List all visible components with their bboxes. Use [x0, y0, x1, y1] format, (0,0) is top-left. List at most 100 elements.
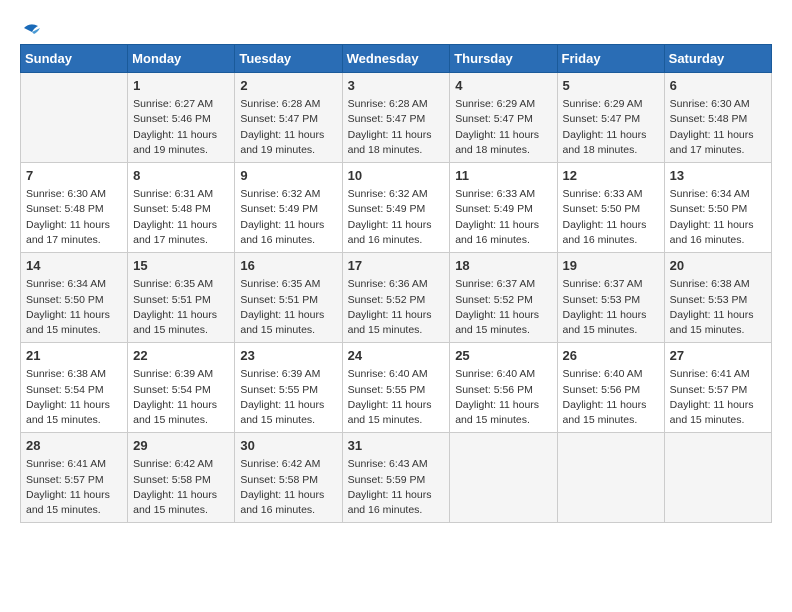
- calendar-week-row: 7Sunrise: 6:30 AM Sunset: 5:48 PM Daylig…: [21, 163, 772, 253]
- weekday-header-saturday: Saturday: [664, 45, 771, 73]
- calendar-cell: 29 Sunrise: 6:42 AM Sunset: 5:58 PM Dayli…: [128, 433, 235, 523]
- calendar-cell: 10 Sunrise: 6:32 AM Sunset: 5:49 PM Dayli…: [342, 163, 450, 253]
- day-info: Sunrise: 6:27 AM Sunset: 5:46 PM Dayligh…: [133, 97, 229, 158]
- day-number: 7: [26, 167, 122, 185]
- weekday-header-sunday: Sunday: [21, 45, 128, 73]
- day-info: Sunrise: 6:39 AM Sunset: 5:54 PM Dayligh…: [133, 367, 229, 428]
- calendar-cell: 12 Sunrise: 6:33 AM Sunset: 5:50 PM Dayli…: [557, 163, 664, 253]
- day-number: 9: [240, 167, 336, 185]
- day-info: Sunrise: 6:34 AM Sunset: 5:50 PM Dayligh…: [26, 277, 122, 338]
- day-info: Sunrise: 6:36 AM Sunset: 5:52 PM Dayligh…: [348, 277, 445, 338]
- day-number: 27: [670, 347, 766, 365]
- day-number: 28: [26, 437, 122, 455]
- day-info: Sunrise: 6:42 AM Sunset: 5:58 PM Dayligh…: [133, 457, 229, 518]
- day-number: 8: [133, 167, 229, 185]
- calendar-cell: 19 Sunrise: 6:37 AM Sunset: 5:53 PM Dayli…: [557, 253, 664, 343]
- calendar-cell: 1 Sunrise: 6:27 AM Sunset: 5:46 PM Daylig…: [128, 73, 235, 163]
- day-info: Sunrise: 6:38 AM Sunset: 5:54 PM Dayligh…: [26, 367, 122, 428]
- day-number: 10: [348, 167, 445, 185]
- day-info: Sunrise: 6:34 AM Sunset: 5:50 PM Dayligh…: [670, 187, 766, 248]
- calendar-cell: 11 Sunrise: 6:33 AM Sunset: 5:49 PM Dayli…: [450, 163, 557, 253]
- day-info: Sunrise: 6:29 AM Sunset: 5:47 PM Dayligh…: [563, 97, 659, 158]
- day-info: Sunrise: 6:32 AM Sunset: 5:49 PM Dayligh…: [240, 187, 336, 248]
- day-number: 30: [240, 437, 336, 455]
- day-info: Sunrise: 6:31 AM Sunset: 5:48 PM Dayligh…: [133, 187, 229, 248]
- calendar-cell: 23Sunrise: 6:39 AM Sunset: 5:55 PM Dayli…: [235, 343, 342, 433]
- calendar-cell: 4Sunrise: 6:29 AM Sunset: 5:47 PM Daylig…: [450, 73, 557, 163]
- weekday-header-wednesday: Wednesday: [342, 45, 450, 73]
- day-number: 21: [26, 347, 122, 365]
- day-number: 18: [455, 257, 551, 275]
- day-info: Sunrise: 6:37 AM Sunset: 5:52 PM Dayligh…: [455, 277, 551, 338]
- day-number: 11: [455, 167, 551, 185]
- day-number: 29: [133, 437, 229, 455]
- day-number: 13: [670, 167, 766, 185]
- calendar-cell: 13 Sunrise: 6:34 AM Sunset: 5:50 PM Dayli…: [664, 163, 771, 253]
- day-info: Sunrise: 6:40 AM Sunset: 5:56 PM Dayligh…: [455, 367, 551, 428]
- calendar-cell: 27 Sunrise: 6:41 AM Sunset: 5:57 PM Dayli…: [664, 343, 771, 433]
- calendar-week-row: 1 Sunrise: 6:27 AM Sunset: 5:46 PM Daylig…: [21, 73, 772, 163]
- calendar-cell: 5 Sunrise: 6:29 AM Sunset: 5:47 PM Daylig…: [557, 73, 664, 163]
- day-info: Sunrise: 6:33 AM Sunset: 5:49 PM Dayligh…: [455, 187, 551, 248]
- day-info: Sunrise: 6:41 AM Sunset: 5:57 PM Dayligh…: [26, 457, 122, 518]
- day-info: Sunrise: 6:30 AM Sunset: 5:48 PM Dayligh…: [670, 97, 766, 158]
- day-info: Sunrise: 6:40 AM Sunset: 5:55 PM Dayligh…: [348, 367, 445, 428]
- day-number: 22: [133, 347, 229, 365]
- calendar-header-row: SundayMondayTuesdayWednesdayThursdayFrid…: [21, 45, 772, 73]
- day-info: Sunrise: 6:43 AM Sunset: 5:59 PM Dayligh…: [348, 457, 445, 518]
- day-info: Sunrise: 6:33 AM Sunset: 5:50 PM Dayligh…: [563, 187, 659, 248]
- calendar-cell: 18 Sunrise: 6:37 AM Sunset: 5:52 PM Dayli…: [450, 253, 557, 343]
- day-info: Sunrise: 6:42 AM Sunset: 5:58 PM Dayligh…: [240, 457, 336, 518]
- day-info: Sunrise: 6:28 AM Sunset: 5:47 PM Dayligh…: [240, 97, 336, 158]
- day-number: 6: [670, 77, 766, 95]
- day-number: 3: [348, 77, 445, 95]
- logo-bird-icon: [22, 20, 40, 36]
- calendar-cell: 21 Sunrise: 6:38 AM Sunset: 5:54 PM Dayli…: [21, 343, 128, 433]
- calendar-cell: 30 Sunrise: 6:42 AM Sunset: 5:58 PM Dayli…: [235, 433, 342, 523]
- calendar-cell: 16 Sunrise: 6:35 AM Sunset: 5:51 PM Dayli…: [235, 253, 342, 343]
- calendar-cell: 25Sunrise: 6:40 AM Sunset: 5:56 PM Dayli…: [450, 343, 557, 433]
- day-info: Sunrise: 6:35 AM Sunset: 5:51 PM Dayligh…: [133, 277, 229, 338]
- weekday-header-monday: Monday: [128, 45, 235, 73]
- day-number: 31: [348, 437, 445, 455]
- day-number: 19: [563, 257, 659, 275]
- day-number: 17: [348, 257, 445, 275]
- day-number: 4: [455, 77, 551, 95]
- day-number: 2: [240, 77, 336, 95]
- day-number: 20: [670, 257, 766, 275]
- calendar-cell: 7Sunrise: 6:30 AM Sunset: 5:48 PM Daylig…: [21, 163, 128, 253]
- calendar-cell: 14 Sunrise: 6:34 AM Sunset: 5:50 PM Dayli…: [21, 253, 128, 343]
- calendar-cell: [450, 433, 557, 523]
- logo: [20, 20, 40, 36]
- calendar-cell: 6 Sunrise: 6:30 AM Sunset: 5:48 PM Daylig…: [664, 73, 771, 163]
- weekday-header-friday: Friday: [557, 45, 664, 73]
- calendar-cell: [664, 433, 771, 523]
- calendar-cell: 28 Sunrise: 6:41 AM Sunset: 5:57 PM Dayli…: [21, 433, 128, 523]
- calendar-cell: 2 Sunrise: 6:28 AM Sunset: 5:47 PM Daylig…: [235, 73, 342, 163]
- calendar-cell: [557, 433, 664, 523]
- calendar-week-row: 21 Sunrise: 6:38 AM Sunset: 5:54 PM Dayli…: [21, 343, 772, 433]
- day-info: Sunrise: 6:28 AM Sunset: 5:47 PM Dayligh…: [348, 97, 445, 158]
- weekday-header-tuesday: Tuesday: [235, 45, 342, 73]
- day-info: Sunrise: 6:32 AM Sunset: 5:49 PM Dayligh…: [348, 187, 445, 248]
- calendar-week-row: 14 Sunrise: 6:34 AM Sunset: 5:50 PM Dayli…: [21, 253, 772, 343]
- day-info: Sunrise: 6:39 AM Sunset: 5:55 PM Dayligh…: [240, 367, 336, 428]
- day-info: Sunrise: 6:38 AM Sunset: 5:53 PM Dayligh…: [670, 277, 766, 338]
- day-info: Sunrise: 6:41 AM Sunset: 5:57 PM Dayligh…: [670, 367, 766, 428]
- day-number: 12: [563, 167, 659, 185]
- calendar-cell: 22 Sunrise: 6:39 AM Sunset: 5:54 PM Dayli…: [128, 343, 235, 433]
- day-number: 26: [563, 347, 659, 365]
- calendar-cell: 31 Sunrise: 6:43 AM Sunset: 5:59 PM Dayli…: [342, 433, 450, 523]
- day-info: Sunrise: 6:37 AM Sunset: 5:53 PM Dayligh…: [563, 277, 659, 338]
- day-number: 14: [26, 257, 122, 275]
- calendar-cell: 8 Sunrise: 6:31 AM Sunset: 5:48 PM Daylig…: [128, 163, 235, 253]
- day-number: 15: [133, 257, 229, 275]
- day-number: 5: [563, 77, 659, 95]
- day-number: 16: [240, 257, 336, 275]
- day-info: Sunrise: 6:35 AM Sunset: 5:51 PM Dayligh…: [240, 277, 336, 338]
- calendar-cell: [21, 73, 128, 163]
- calendar-table: SundayMondayTuesdayWednesdayThursdayFrid…: [20, 44, 772, 523]
- day-number: 1: [133, 77, 229, 95]
- calendar-cell: 3 Sunrise: 6:28 AM Sunset: 5:47 PM Daylig…: [342, 73, 450, 163]
- calendar-cell: 20 Sunrise: 6:38 AM Sunset: 5:53 PM Dayli…: [664, 253, 771, 343]
